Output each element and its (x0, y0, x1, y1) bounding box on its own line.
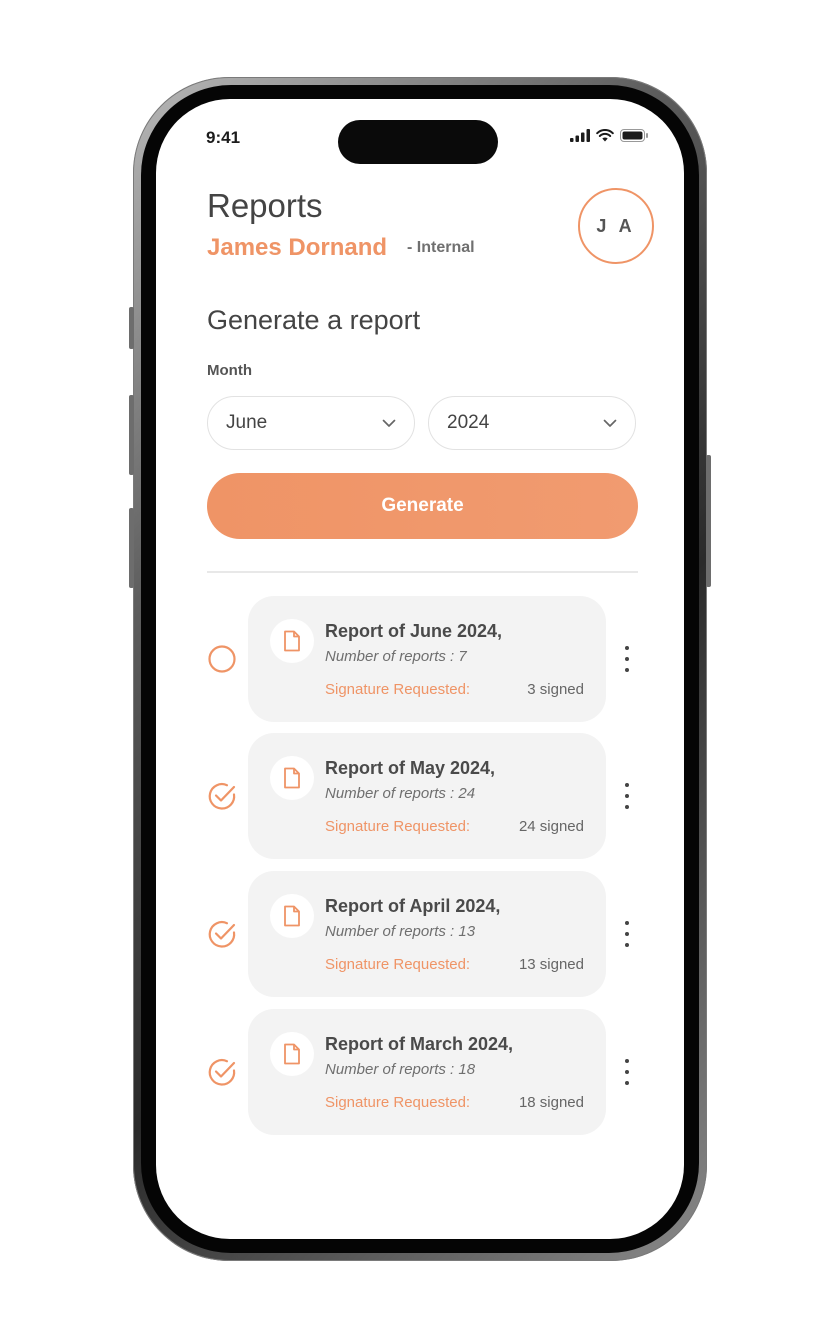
more-vertical-icon[interactable] (620, 1059, 634, 1085)
year-select-value: 2024 (447, 412, 490, 433)
report-title: Report of April 2024, (325, 896, 501, 916)
signature-label: Signature Requested: (325, 956, 471, 973)
more-vertical-icon[interactable] (620, 921, 634, 947)
report-card[interactable]: Report of March 2024, Number of reports … (248, 1009, 606, 1135)
report-title: Report of May 2024, (325, 758, 496, 778)
phone-action-button (129, 307, 134, 349)
report-count: Number of reports : 18 (325, 1061, 476, 1078)
battery-icon (620, 129, 648, 142)
phone-volume-up-button (129, 395, 134, 475)
phone-power-button (706, 455, 711, 587)
report-card[interactable]: Report of May 2024, Number of reports : … (248, 733, 606, 859)
user-role: - Internal (407, 239, 475, 256)
generate-button[interactable]: Generate (207, 473, 638, 539)
document-badge (270, 619, 314, 663)
signal-icon (570, 129, 590, 142)
app-screen: 9:41 Reports James Dornand - Internal J … (156, 99, 684, 1239)
report-title: Report of June 2024, (325, 621, 503, 641)
avatar[interactable]: J A (578, 188, 654, 264)
status-icons (570, 129, 648, 142)
circle-check-icon[interactable] (207, 919, 237, 949)
divider (207, 571, 638, 573)
document-icon (284, 767, 300, 789)
circle-check-icon[interactable] (207, 781, 237, 811)
report-title: Report of March 2024, (325, 1034, 514, 1054)
document-icon (284, 1043, 300, 1065)
signed-count: 13 signed (518, 956, 584, 973)
report-count: Number of reports : 13 (325, 923, 476, 940)
report-count: Number of reports : 24 (325, 785, 476, 802)
document-icon (284, 630, 300, 652)
report-row: Report of May 2024, Number of reports : … (207, 733, 647, 859)
user-name: James Dornand (207, 234, 388, 261)
dynamic-island (338, 120, 498, 164)
circle-check-icon[interactable] (207, 1057, 237, 1087)
report-row: Report of April 2024, Number of reports … (207, 871, 647, 997)
report-count: Number of reports : 7 (325, 648, 467, 665)
phone-volume-down-button (129, 508, 134, 588)
empty-circle-icon[interactable] (207, 644, 237, 674)
report-row: Report of March 2024, Number of reports … (207, 1009, 647, 1135)
report-card[interactable]: Report of June 2024, Number of reports :… (248, 596, 606, 722)
report-row: Report of June 2024, Number of reports :… (207, 596, 647, 722)
signature-label: Signature Requested: (325, 1094, 471, 1111)
more-vertical-icon[interactable] (620, 646, 634, 672)
page-title: Reports (207, 187, 323, 224)
report-card[interactable]: Report of April 2024, Number of reports … (248, 871, 606, 997)
month-label: Month (207, 362, 252, 379)
document-icon (284, 905, 300, 927)
status-time: 9:41 (206, 128, 241, 147)
chevron-down-icon (382, 419, 396, 427)
month-select[interactable]: June (207, 396, 415, 450)
signed-count: 3 signed (527, 681, 584, 698)
document-badge (270, 894, 314, 938)
signed-count: 18 signed (518, 1094, 584, 1111)
more-vertical-icon[interactable] (620, 783, 634, 809)
year-select[interactable]: 2024 (428, 396, 636, 450)
month-select-value: June (226, 412, 268, 433)
generate-section-title: Generate a report (207, 305, 421, 335)
wifi-icon (596, 129, 614, 142)
signature-label: Signature Requested: (325, 818, 471, 835)
document-badge (270, 1032, 314, 1076)
chevron-down-icon (603, 419, 617, 427)
signature-label: Signature Requested: (325, 681, 471, 698)
signed-count: 24 signed (518, 818, 584, 835)
document-badge (270, 756, 314, 800)
